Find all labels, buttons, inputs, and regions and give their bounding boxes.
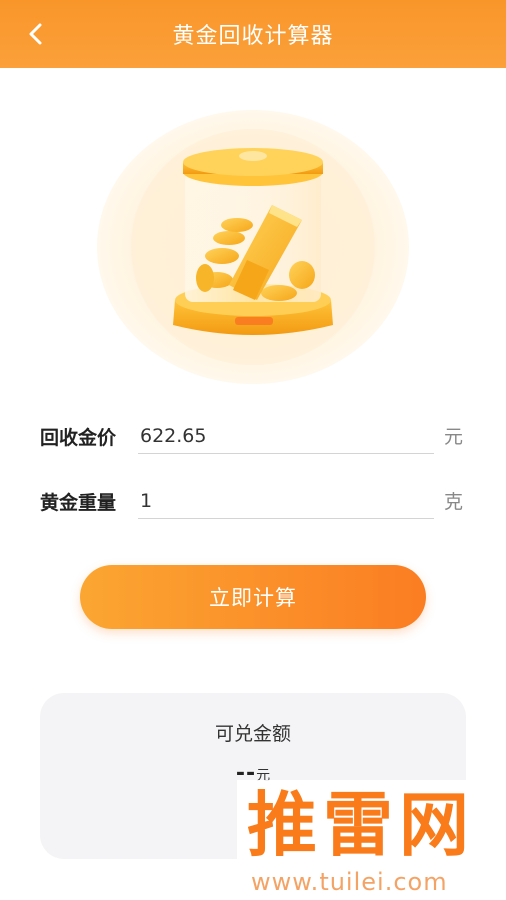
gold-weight-field — [138, 485, 434, 519]
calculate-button[interactable]: 立即计算 — [80, 565, 426, 629]
watermark: 推雷网 www.tuilei.com — [237, 780, 506, 900]
recycle-price-label: 回收金价 — [40, 426, 117, 449]
gold-weight-input[interactable] — [138, 485, 434, 517]
gold-jar-illustration — [97, 110, 409, 385]
recycle-price-input[interactable] — [138, 420, 434, 452]
recycle-price-row: 回收金价 元 — [40, 416, 470, 456]
result-title: 可兑金额 — [214, 723, 291, 745]
recycle-price-field — [138, 420, 434, 454]
price-unit: 元 — [444, 426, 464, 448]
page-title: 黄金回收计算器 — [172, 24, 334, 49]
gold-weight-label: 黄金重量 — [40, 491, 117, 514]
back-button[interactable] — [16, 14, 56, 54]
app-header: 黄金回收计算器 — [0, 0, 506, 68]
watermark-url: www.tuilei.com — [251, 868, 448, 896]
weight-unit: 克 — [444, 491, 464, 513]
gold-weight-row: 黄金重量 克 — [40, 481, 470, 521]
watermark-brand: 推雷网 — [247, 784, 475, 866]
chevron-left-icon — [29, 23, 42, 45]
